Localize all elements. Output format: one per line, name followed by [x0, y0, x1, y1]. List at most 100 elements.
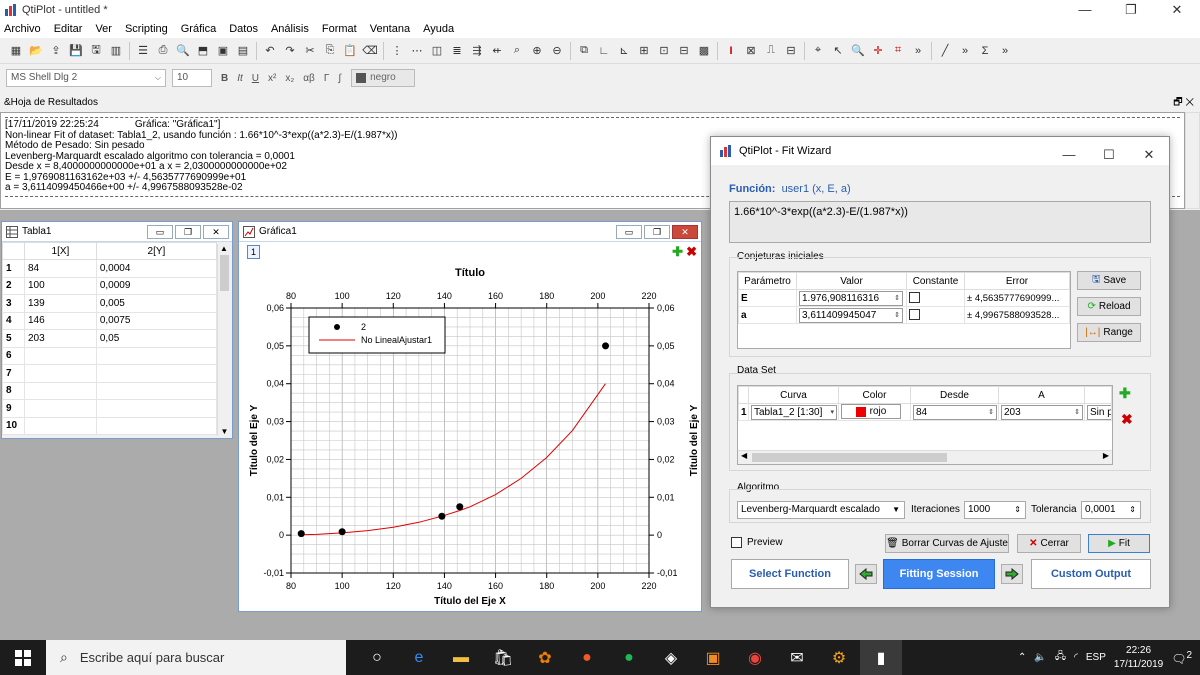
align-left-icon[interactable]: ≣ [449, 43, 465, 59]
chrome-icon[interactable]: ◉ [734, 640, 776, 675]
open-icon[interactable]: 📂 [28, 43, 44, 59]
save-as-icon[interactable]: 🖫 [88, 43, 104, 59]
font-size-select[interactable]: 10 [172, 69, 212, 87]
axis2-icon[interactable]: ⊾ [616, 43, 632, 59]
algorithm-select[interactable]: Levenberg-Marquardt escalado ▼ [737, 501, 905, 519]
results-window-buttons[interactable]: 🗗 ✕ [1173, 95, 1194, 111]
fit-button[interactable]: ▶ Fit [1088, 534, 1150, 553]
range-button[interactable]: |↔| Range [1077, 323, 1141, 342]
text-cursor-icon[interactable]: I [723, 43, 739, 59]
menu-ver[interactable]: Ver [95, 23, 112, 35]
math-symbols-icon[interactable]: ∫ [338, 73, 341, 84]
export-pdf-icon[interactable]: ⬒ [195, 43, 211, 59]
tolerance-spin[interactable]: 0,0001 ⇕ [1081, 501, 1141, 519]
zoom-icon[interactable]: 🔍 [850, 43, 866, 59]
wifi-icon[interactable]: ◜ [1074, 652, 1078, 663]
windows-start-icon[interactable] [0, 640, 46, 675]
parameter-row[interactable]: a 3,611409945047 ⇕ ± 4,9967588093528... [738, 306, 1070, 324]
menu-ventana[interactable]: Ventana [370, 23, 410, 35]
constant-checkbox[interactable] [909, 292, 920, 304]
dataset-table[interactable]: Curva Color Desde A 1 Tabla1_2 [1:30] ▾ r… [737, 385, 1113, 465]
clear-fit-curves-button[interactable]: 🗑 Borrar Curvas de Ajuste [885, 534, 1009, 553]
minimize-icon[interactable]: — [1049, 141, 1089, 162]
column-header[interactable]: 1[X] [24, 242, 97, 260]
notifications-icon[interactable]: 🗨2 [1171, 650, 1192, 666]
copy-icon[interactable]: ⎘ [322, 43, 338, 59]
graph-window[interactable]: Gráfica1 ▭ ❐ ✕ 1 ✚ ✖ 80 80 100 100 120 120 140… [238, 221, 702, 612]
menu-format[interactable]: Format [322, 23, 357, 35]
menu-ayuda[interactable]: Ayuda [423, 23, 454, 35]
delete-icon[interactable]: ⌫ [362, 43, 378, 59]
select-function-button[interactable]: Select Function [731, 559, 849, 589]
menu-analisis[interactable]: Análisis [271, 23, 309, 35]
menu-grafica[interactable]: Gráfica [181, 23, 216, 35]
draw-line-icon[interactable]: ╱ [937, 43, 953, 59]
menu-editar[interactable]: Editar [54, 23, 83, 35]
menu-archivo[interactable]: Archivo [4, 23, 41, 35]
undo-icon[interactable]: ↶ [262, 43, 278, 59]
close-icon[interactable]: ✕ [203, 224, 229, 239]
close-icon[interactable]: ✕ [1154, 0, 1200, 20]
to-spin[interactable]: 203 ⇕ [1001, 404, 1083, 420]
zoom-in-icon[interactable]: ⊕ [529, 43, 545, 59]
add-row-icon[interactable]: ⋯ [409, 43, 425, 59]
legend-icon[interactable]: ⊟ [783, 43, 799, 59]
cut-icon[interactable]: ✂ [302, 43, 318, 59]
outdent-icon[interactable]: ⇷ [489, 43, 505, 59]
table-row[interactable]: 8 [2, 381, 218, 400]
data-reader-icon[interactable]: ⌖ [810, 43, 826, 59]
table-row[interactable]: 5 203 0,05 [2, 329, 218, 348]
redo-icon[interactable]: ↷ [282, 43, 298, 59]
greek-icon[interactable]: αβ [303, 73, 315, 84]
results-icon[interactable]: ▤ [235, 43, 251, 59]
language-indicator[interactable]: ESP [1086, 652, 1106, 663]
spotify-icon[interactable]: ● [608, 640, 650, 675]
table-row[interactable]: 1 84 0,0004 [2, 259, 218, 278]
print-icon[interactable]: ⎙ [155, 43, 171, 59]
menu-scripting[interactable]: Scripting [125, 23, 168, 35]
close-button[interactable]: ✕ Cerrar [1017, 534, 1081, 553]
close-icon[interactable]: ✕ [1129, 141, 1169, 162]
subscript-icon[interactable]: x₂ [285, 73, 294, 84]
text-color-select[interactable]: negro [351, 69, 416, 87]
store-icon[interactable]: 🛍 [482, 640, 524, 675]
mail-icon[interactable]: ✉ [776, 640, 818, 675]
matrix-icon[interactable]: ☰ [135, 43, 151, 59]
custom-output-button[interactable]: Custom Output [1031, 559, 1151, 589]
plot-area[interactable]: 8080100100120120140140160160180180200200… [239, 242, 701, 611]
minimize-icon[interactable]: ▭ [147, 224, 173, 239]
task-view-icon[interactable]: ○ [356, 640, 398, 675]
sort-icon[interactable]: ◫ [429, 43, 445, 59]
restore-icon[interactable]: ❐ [175, 224, 201, 239]
minimize-icon[interactable]: ▭ [616, 224, 642, 239]
pointer-icon[interactable]: ↖ [830, 43, 846, 59]
fit-wizard-dialog[interactable]: QtiPlot - Fit Wizard — ☐ ✕ Función: user… [710, 136, 1170, 608]
preview-checkbox[interactable]: Preview [731, 537, 783, 548]
add-column-icon[interactable]: ⋮ [389, 43, 405, 59]
table-window[interactable]: Tabla1 ▭ ❐ ✕ 1[X] 2[Y] 1 84 0,0004 2 100 0,0… [1, 221, 233, 439]
minimize-icon[interactable]: — [1062, 0, 1108, 20]
add-function-icon[interactable]: ⎍ [763, 43, 779, 59]
app-icon[interactable]: ◈ [650, 640, 692, 675]
volume-icon[interactable]: 🔈 [1034, 652, 1046, 663]
add-dataset-icon[interactable]: ✚ [1119, 385, 1131, 402]
results-scrollbar[interactable] [1185, 112, 1200, 209]
italic-icon[interactable]: It [237, 73, 243, 84]
qtiplot-task-icon[interactable]: ▮ [860, 640, 902, 675]
media-player-icon[interactable]: ▣ [692, 640, 734, 675]
table-row[interactable]: 2 100 0,0009 [2, 276, 218, 295]
network-icon[interactable]: 🖧 [1055, 649, 1066, 666]
underline-icon[interactable]: U [252, 73, 259, 84]
indent-icon[interactable]: ⇶ [469, 43, 485, 59]
from-spin[interactable]: 84 ⇕ [913, 404, 997, 420]
back-arrow-icon[interactable] [855, 564, 877, 584]
zoom-out-icon[interactable]: ⊖ [549, 43, 565, 59]
settings-app-icon[interactable]: ⚙ [818, 640, 860, 675]
layer-icon[interactable]: ⧉ [576, 43, 592, 59]
color-select[interactable]: rojo [841, 404, 901, 420]
reload-button[interactable]: ⟳ Reload [1077, 297, 1141, 316]
parameters-table[interactable]: Parámetro Valor Constante Error E 1.976,… [737, 271, 1071, 349]
fit-layers-icon[interactable]: ⊡ [656, 43, 672, 59]
table-row[interactable]: 3 139 0,005 [2, 294, 218, 313]
table-row[interactable]: 10 [2, 416, 218, 435]
